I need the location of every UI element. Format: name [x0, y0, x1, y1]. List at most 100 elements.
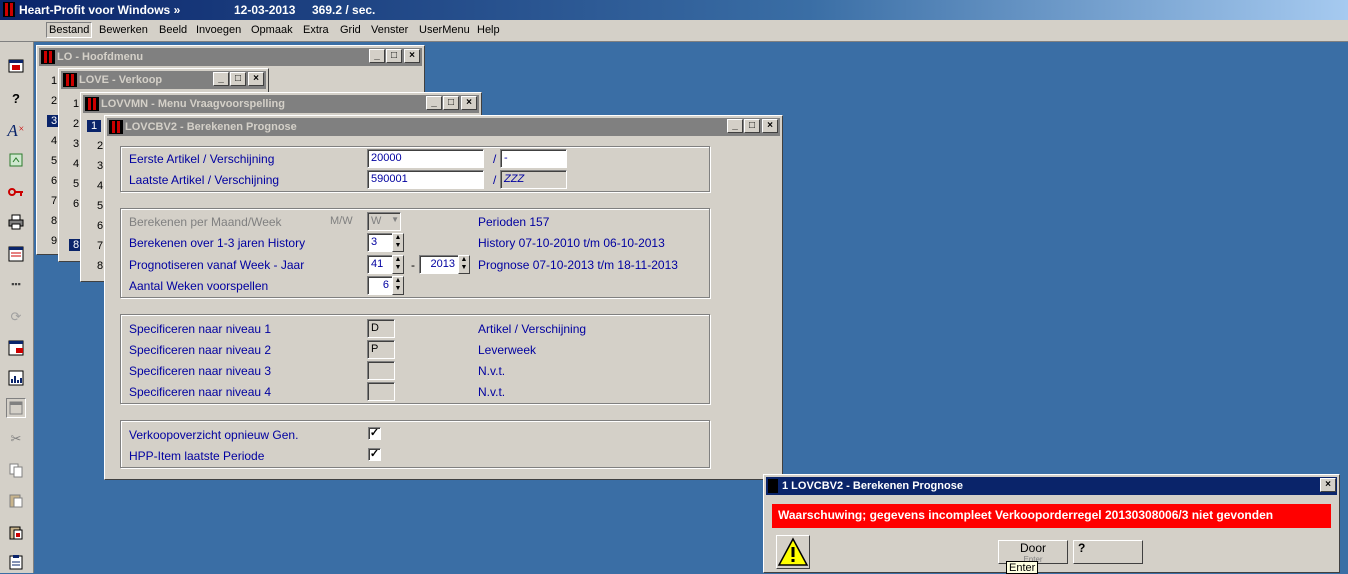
- eerste-verschijning-input[interactable]: -: [500, 149, 567, 168]
- left-toolbar: ? A × ▪▪▪ ⟳ ✂: [0, 42, 34, 573]
- maand-week-select[interactable]: W ▼: [367, 212, 401, 231]
- close-button[interactable]: ×: [248, 72, 264, 86]
- dialog-icon: [768, 479, 778, 493]
- key-icon[interactable]: [6, 182, 26, 202]
- warning-dialog[interactable]: 1 LOVCBV2 - Berekenen Prognose × Waarsch…: [763, 474, 1340, 574]
- menu-row[interactable]: 6: [97, 220, 103, 232]
- minimize-button[interactable]: _: [213, 72, 229, 86]
- window-icon: [109, 120, 123, 134]
- spec2-input[interactable]: P: [367, 340, 395, 359]
- menu-row[interactable]: 4: [73, 158, 79, 170]
- paste-icon[interactable]: [6, 490, 26, 510]
- menu-row[interactable]: 5: [97, 200, 103, 212]
- menu-row-selected[interactable]: 1: [87, 120, 102, 132]
- verkoopoverzicht-checkbox[interactable]: ✓: [368, 427, 381, 440]
- aantal-weken-input[interactable]: 6: [367, 276, 393, 295]
- week-input[interactable]: 41: [367, 255, 393, 274]
- help-icon[interactable]: ?: [6, 88, 26, 108]
- slash-separator: /: [493, 173, 497, 187]
- maximize-button[interactable]: □: [443, 96, 459, 110]
- window-vraag-titlebar[interactable]: LOVVMN - Menu Vraagvoorspelling _ □ ×: [83, 95, 479, 113]
- menu-row[interactable]: 4: [97, 180, 103, 192]
- menu-row[interactable]: 1: [73, 98, 79, 110]
- jaar-input[interactable]: 2013: [419, 255, 459, 274]
- close-button[interactable]: ×: [461, 96, 477, 110]
- menu-row[interactable]: 4: [51, 135, 57, 147]
- font-icon[interactable]: A ×: [6, 120, 26, 140]
- over-jaren-input[interactable]: 3: [367, 233, 393, 252]
- maximize-button[interactable]: □: [744, 119, 760, 133]
- menu-row[interactable]: 8: [51, 215, 57, 227]
- refresh-icon[interactable]: ⟳: [6, 306, 26, 326]
- spec1-input[interactable]: D: [367, 319, 395, 338]
- copy-icon[interactable]: [6, 460, 26, 480]
- window-berekenen-titlebar[interactable]: LOVCBV2 - Berekenen Prognose _ □ ×: [107, 118, 780, 136]
- scissors-icon[interactable]: ✂: [6, 428, 26, 448]
- jaar-stepper[interactable]: ▲ ▼: [458, 255, 470, 274]
- minimize-button[interactable]: _: [727, 119, 743, 133]
- menu-invoegen[interactable]: Invoegen: [196, 24, 241, 36]
- dots-icon[interactable]: ▪▪▪: [6, 274, 26, 294]
- spec4-desc: N.v.t.: [478, 385, 506, 399]
- window-frame-icon[interactable]: [6, 398, 26, 418]
- over-jaren-stepper[interactable]: ▲ ▼: [392, 233, 404, 252]
- hpp-item-checkbox[interactable]: ✓: [368, 448, 381, 461]
- menu-grid[interactable]: Grid: [340, 24, 361, 36]
- slash-separator: /: [493, 152, 497, 166]
- aantal-weken-stepper[interactable]: ▲ ▼: [392, 276, 404, 295]
- laatste-artikel-label: Laatste Artikel / Verschijning: [129, 173, 280, 187]
- form-icon[interactable]: [6, 244, 26, 264]
- menu-bestand[interactable]: Bestand: [46, 22, 93, 38]
- document-up-icon[interactable]: [6, 150, 26, 170]
- printer-icon[interactable]: [6, 212, 26, 232]
- close-button[interactable]: ×: [404, 49, 420, 63]
- menu-row[interactable]: 6: [73, 198, 79, 210]
- menu-row[interactable]: 3: [73, 138, 79, 150]
- menu-row[interactable]: 3: [97, 160, 103, 172]
- menu-row[interactable]: 2: [97, 140, 103, 152]
- menu-row[interactable]: 2: [73, 118, 79, 130]
- help-button[interactable]: ?: [1073, 540, 1143, 564]
- week-stepper[interactable]: ▲ ▼: [392, 255, 404, 274]
- paste-special-icon[interactable]: [6, 522, 26, 542]
- window-icon[interactable]: [6, 56, 26, 76]
- eerste-artikel-input[interactable]: 20000: [367, 149, 484, 168]
- close-button[interactable]: ×: [762, 119, 778, 133]
- menu-bewerken[interactable]: Bewerken: [99, 24, 148, 36]
- menu-extra[interactable]: Extra: [303, 24, 329, 36]
- menu-venster[interactable]: Venster: [371, 24, 408, 36]
- minimize-button[interactable]: _: [369, 49, 385, 63]
- maximize-button[interactable]: □: [230, 72, 246, 86]
- edit-form-icon[interactable]: [6, 338, 26, 358]
- menu-row[interactable]: 5: [51, 155, 57, 167]
- help-icon: ?: [1078, 541, 1086, 555]
- menu-opmaak[interactable]: Opmaak: [251, 24, 293, 36]
- chart-icon[interactable]: [6, 368, 26, 388]
- menu-row[interactable]: 7: [97, 240, 103, 252]
- spec3-input[interactable]: [367, 361, 395, 380]
- window-hoofdmenu-titlebar[interactable]: LO - Hoofdmenu _ □ ×: [39, 48, 422, 66]
- menu-usermenu[interactable]: UserMenu: [419, 24, 470, 36]
- minimize-button[interactable]: _: [426, 96, 442, 110]
- dialog-titlebar[interactable]: 1 LOVCBV2 - Berekenen Prognose ×: [766, 477, 1337, 495]
- maximize-button[interactable]: □: [386, 49, 402, 63]
- spec4-input[interactable]: [367, 382, 395, 401]
- menu-row[interactable]: 8: [97, 260, 103, 272]
- close-button[interactable]: ×: [1320, 478, 1336, 492]
- laatste-verschijning-input[interactable]: ZZZ: [500, 170, 567, 189]
- menu-row[interactable]: 2: [51, 95, 57, 107]
- menu-row[interactable]: 7: [51, 195, 57, 207]
- menu-row[interactable]: 1: [51, 75, 57, 87]
- menu-row[interactable]: 5: [73, 178, 79, 190]
- menu-help[interactable]: Help: [477, 24, 500, 36]
- laatste-artikel-input[interactable]: 590001: [367, 170, 484, 189]
- window-berekenen-prognose[interactable]: LOVCBV2 - Berekenen Prognose _ □ × Eerst…: [104, 115, 783, 480]
- menu-beeld[interactable]: Beeld: [159, 24, 187, 36]
- app-date: 12-03-2013: [234, 3, 296, 17]
- maand-week-value: W: [371, 215, 382, 227]
- menu-row[interactable]: 9: [51, 235, 57, 247]
- menu-row[interactable]: 6: [51, 175, 57, 187]
- clipboard-icon[interactable]: [6, 552, 26, 572]
- per-maand-week-label: Berekenen per Maand/Week: [129, 215, 282, 229]
- window-verkoop-titlebar[interactable]: LOVE - Verkoop _ □ ×: [61, 71, 266, 89]
